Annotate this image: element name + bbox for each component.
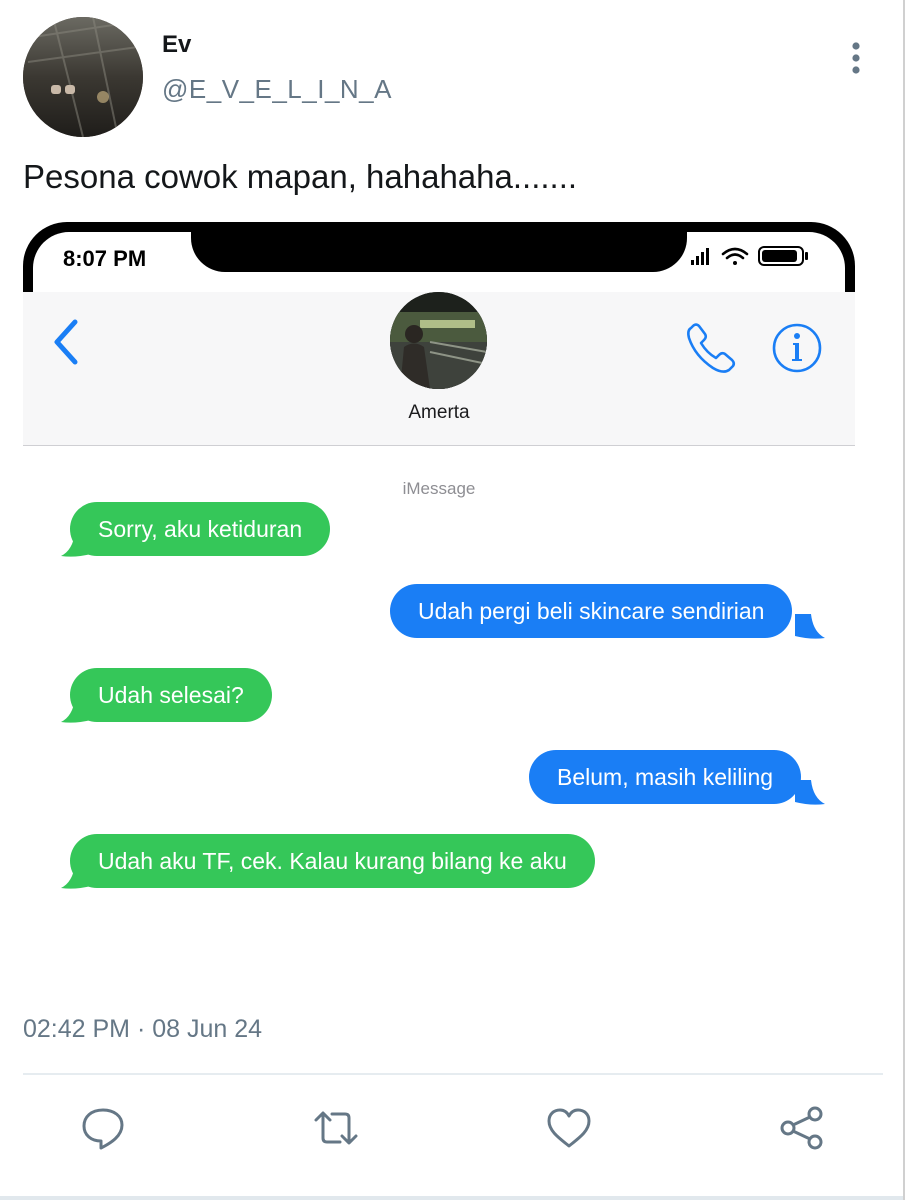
bubble-tail	[61, 532, 91, 557]
wifi-icon	[721, 247, 749, 265]
signal-icon	[691, 248, 709, 265]
contact-name[interactable]: Amerta	[23, 402, 855, 424]
reply-icon	[82, 1108, 124, 1150]
bottom-border	[0, 1196, 905, 1200]
tweet-timestamp[interactable]: 02:42 PM · 08 Jun 24	[23, 1015, 262, 1044]
heart-icon	[547, 1108, 591, 1148]
message-bubble-sent[interactable]: Udah pergi beli skincare sendirian	[390, 584, 793, 638]
user-handle[interactable]: @E_V_E_L_I_N_A	[162, 74, 392, 105]
divider	[23, 1073, 883, 1075]
status-icons	[689, 244, 839, 268]
attached-screenshot[interactable]: 8:07 PM Amerta iMessage Sorry, aku ketid…	[23, 222, 855, 982]
bubble-tail	[61, 864, 91, 889]
bubble-tail	[795, 780, 825, 805]
like-button[interactable]	[545, 1104, 593, 1152]
retweet-icon	[314, 1111, 358, 1145]
service-label: iMessage	[402, 479, 476, 498]
status-time: 8:07 PM	[63, 246, 147, 271]
display-name[interactable]: Ev	[162, 31, 191, 59]
more-vertical-icon[interactable]	[843, 40, 869, 76]
battery-icon	[758, 246, 808, 266]
retweet-button[interactable]	[312, 1104, 360, 1152]
phone-icon[interactable]	[683, 320, 739, 376]
message-bubble-received[interactable]: Udah aku TF, cek. Kalau kurang bilang ke…	[70, 834, 595, 888]
back-chevron-icon[interactable]	[47, 318, 87, 366]
phone-notch	[191, 222, 687, 272]
bubble-tail	[61, 698, 91, 723]
contact-avatar[interactable]	[390, 292, 487, 389]
share-icon	[780, 1106, 823, 1150]
user-avatar[interactable]	[23, 17, 143, 137]
message-bubble-received[interactable]: Udah selesai?	[70, 668, 272, 722]
reply-button[interactable]	[79, 1104, 127, 1152]
share-button[interactable]	[778, 1104, 826, 1152]
info-icon[interactable]	[769, 320, 825, 376]
bubble-tail	[795, 614, 825, 639]
message-bubble-sent[interactable]: Belum, masih keliling	[529, 750, 802, 804]
message-bubble-received[interactable]: Sorry, aku ketiduran	[70, 502, 331, 556]
tweet-text: Pesona cowok mapan, hahahaha.......	[23, 158, 578, 195]
